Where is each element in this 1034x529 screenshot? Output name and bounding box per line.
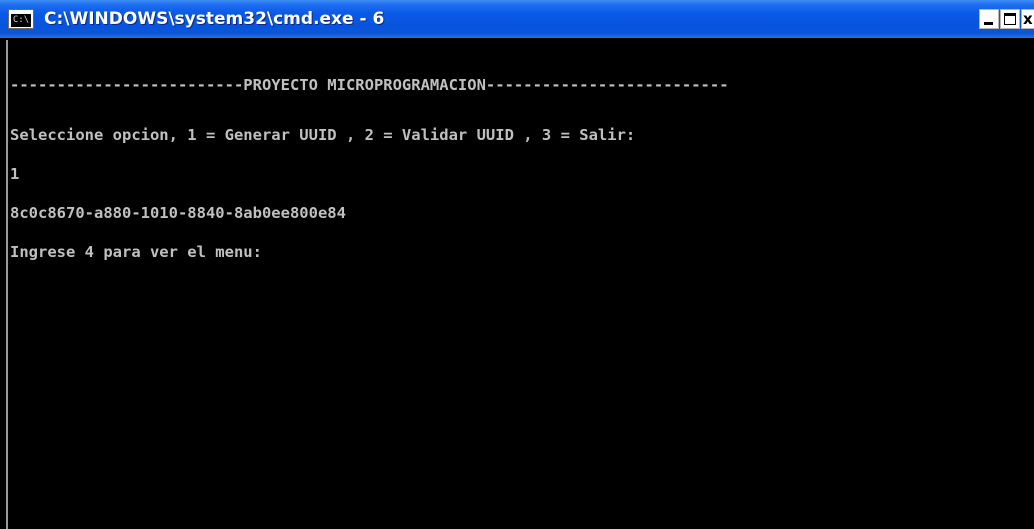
console-menu-prompt-line: Ingrese 4 para ver el menu: — [10, 243, 262, 261]
close-icon: x — [1023, 10, 1033, 28]
console-text: -------------------------PROYECTO MICROP… — [10, 53, 729, 285]
cmd-icon[interactable]: C:\ — [8, 9, 34, 29]
close-button[interactable]: x — [1021, 9, 1034, 29]
minimize-icon — [984, 22, 993, 25]
console-output[interactable]: -------------------------PROYECTO MICROP… — [6, 40, 1034, 529]
cmd-icon-label: C:\ — [11, 14, 31, 27]
maximize-icon — [1004, 13, 1016, 25]
console-input-line: 1 — [10, 165, 20, 183]
console-uuid-line: 8c0c8670-a880-1010-8840-8ab0ee800e84 — [10, 204, 346, 222]
cmd-window: C:\ C:\WINDOWS\system32\cmd.exe - 6 x --… — [0, 0, 1034, 529]
window-title: C:\WINDOWS\system32\cmd.exe - 6 — [44, 9, 385, 29]
title-bar[interactable]: C:\ C:\WINDOWS\system32\cmd.exe - 6 x — [0, 0, 1034, 38]
minimize-button[interactable] — [979, 9, 999, 29]
console-header-line: -------------------------PROYECTO MICROP… — [10, 76, 729, 94]
maximize-button[interactable] — [1000, 9, 1020, 29]
console-prompt-line: Seleccione opcion, 1 = Generar UUID , 2 … — [10, 126, 636, 144]
